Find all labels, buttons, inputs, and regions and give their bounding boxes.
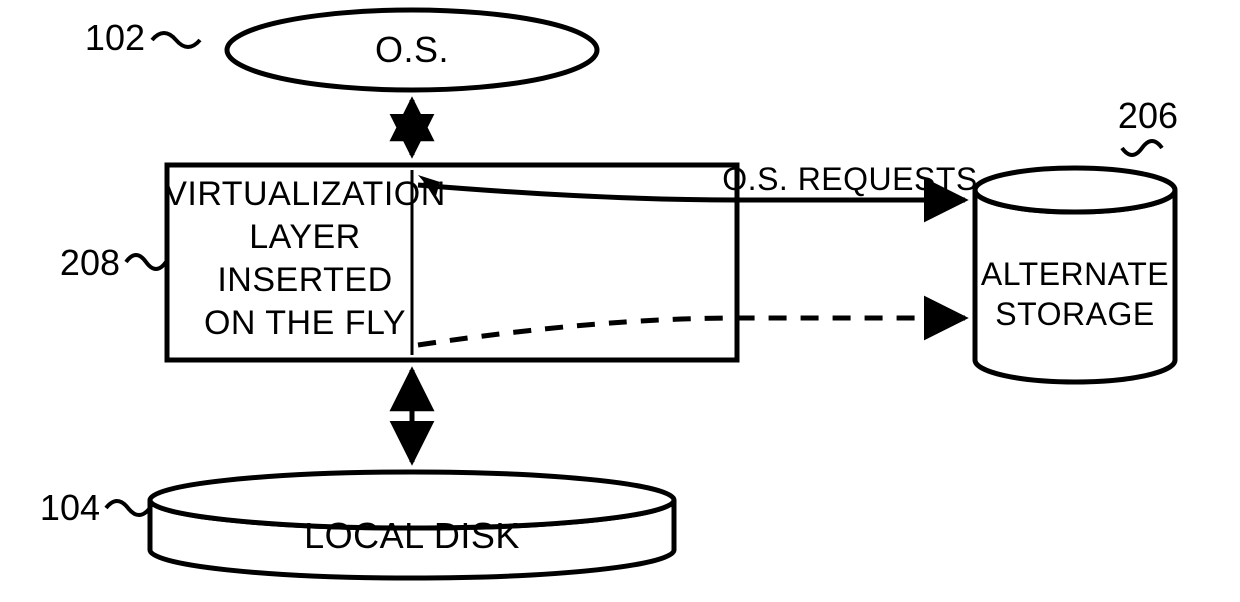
alt-storage-line1: ALTERNATE — [981, 256, 1169, 292]
os-node: O.S. — [227, 10, 597, 90]
ref-102: 102 — [85, 17, 200, 58]
ref-104-text: 104 — [40, 487, 100, 528]
layer-line1: VIRTUALIZATION — [164, 175, 446, 213]
local-disk-label: LOCAL DISK — [304, 515, 520, 556]
diagram-canvas: O.S. 102 VIRTUALIZATION LAYER INSERTED O… — [0, 0, 1240, 602]
ref-206-text: 206 — [1118, 95, 1178, 136]
layer-line3: INSERTED — [217, 261, 392, 299]
ref-208: 208 — [60, 242, 166, 283]
alternate-storage-node: ALTERNATE STORAGE — [975, 168, 1175, 382]
os-label: O.S. — [375, 29, 449, 70]
layer-line2: LAYER — [249, 218, 360, 256]
local-disk-node: LOCAL DISK — [150, 472, 674, 578]
alt-storage-line2: STORAGE — [995, 296, 1154, 332]
os-requests-label: O.S. REQUESTS — [722, 161, 977, 197]
ref-206: 206 — [1118, 95, 1178, 155]
virtualization-layer-node: VIRTUALIZATION LAYER INSERTED ON THE FLY — [164, 165, 737, 360]
layer-line4: ON THE FLY — [204, 304, 406, 342]
ref-104: 104 — [40, 487, 150, 528]
ref-208-text: 208 — [60, 242, 120, 283]
ref-102-text: 102 — [85, 17, 145, 58]
